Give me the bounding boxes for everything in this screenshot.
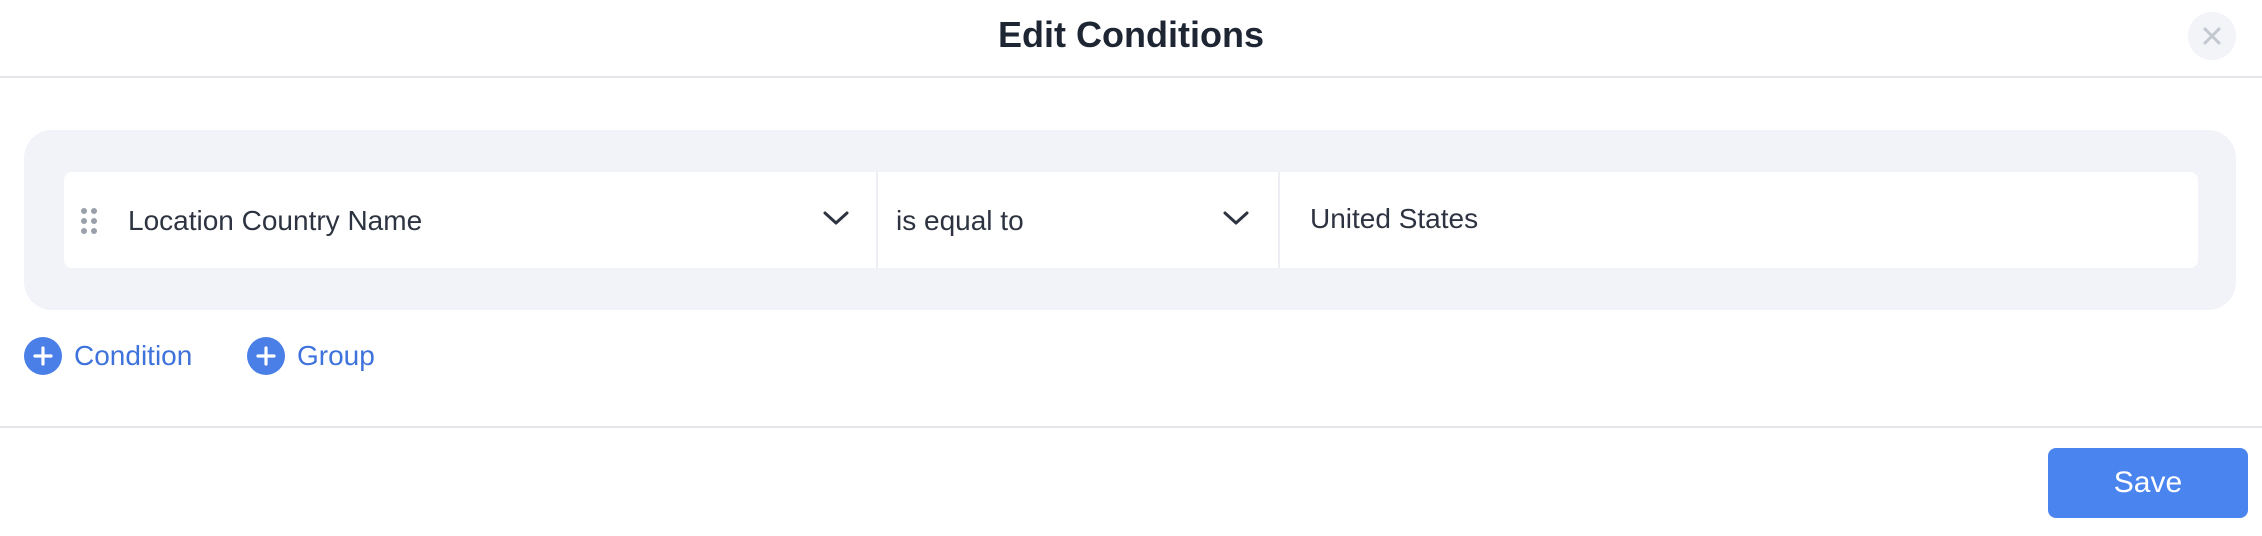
chevron-down-icon (1223, 211, 1249, 225)
close-icon (2203, 27, 2221, 45)
dialog-title: Edit Conditions (998, 14, 1264, 55)
add-condition-button[interactable]: Condition (24, 336, 192, 376)
operator-select[interactable]: is equal to (878, 172, 1280, 268)
condition-row: Location Country Name is equal to (64, 172, 2198, 268)
footer-divider (0, 426, 2262, 428)
plus-icon (247, 337, 285, 375)
add-group-label: Group (297, 340, 375, 371)
dialog-header: Edit Conditions (0, 0, 2262, 78)
operator-select-value: is equal to (896, 205, 1024, 236)
add-group-button[interactable]: Group (247, 336, 375, 376)
conditions-panel: Location Country Name is equal to (24, 130, 2236, 310)
value-input[interactable] (1280, 172, 2198, 268)
field-select-value: Location Country Name (128, 205, 423, 236)
close-button[interactable] (2188, 12, 2236, 60)
save-button[interactable]: Save (2048, 448, 2248, 518)
chevron-down-icon (823, 211, 849, 225)
field-select[interactable]: Location Country Name (64, 172, 878, 268)
drag-handle-icon[interactable] (80, 207, 98, 235)
plus-icon (24, 337, 62, 375)
add-condition-label: Condition (74, 340, 193, 371)
